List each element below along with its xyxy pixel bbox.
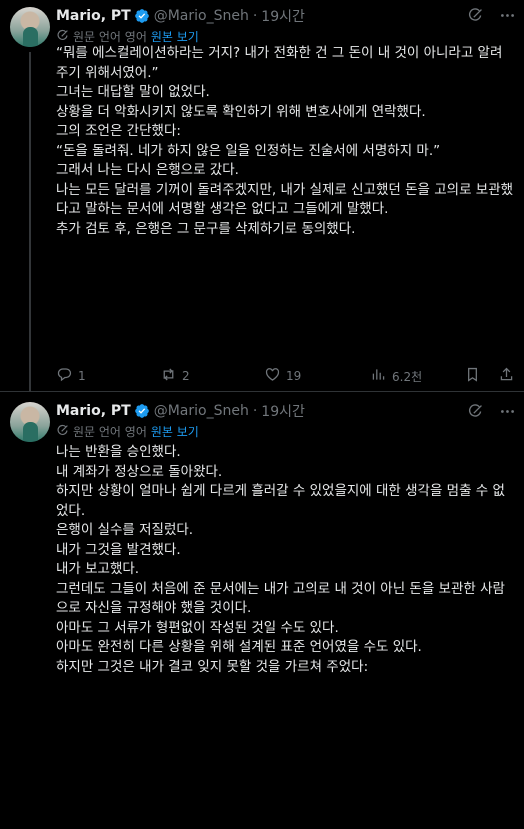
tweet-paragraph: “돈을 돌려줘. 네가 하지 않은 일을 인정하는 진술서에 서명하지 마.”: [56, 142, 441, 159]
avatar[interactable]: [10, 402, 50, 442]
tweet-paragraph: 그래서 나는 다시 은행으로 갔다.: [56, 162, 239, 178]
like-button[interactable]: 19: [264, 366, 301, 386]
tweet-paragraph: 아마도 완전히 다른 상황을 위해 설계된 표준 언어였을 수도 있다.: [56, 639, 422, 655]
tweet-paragraph: 나는 반환을 승인했다.: [56, 444, 181, 460]
separator: ·: [252, 403, 258, 419]
grok-icon[interactable]: [466, 402, 484, 420]
translate-icon: [56, 424, 69, 440]
reply-count: 1: [78, 369, 86, 383]
like-icon: [264, 366, 281, 386]
repost-count: 2: [182, 369, 190, 383]
tweet-header-actions: [466, 6, 516, 24]
tweet-paragraph: 추가 검토 후, 은행은 그 문구를 삭제하기로 동의했다.: [56, 220, 356, 237]
tweet-paragraph: 그런데도 그들이 처음에 준 문서에는 내가 고의로 내 것이 아닌 돈을 보관…: [56, 580, 505, 617]
share-button[interactable]: [498, 366, 515, 386]
tweet-header: Mario, PT @Mario_Sneh · 19시간: [56, 401, 305, 421]
tweet-paragraph: “뭐를 에스컬레이션하라는 거지? 내가 전화한 건 그 돈이 내 것이 아니라…: [56, 45, 503, 81]
timestamp[interactable]: 19시간: [261, 401, 305, 421]
tweet-paragraph: 나는 모든 달러를 기꺼이 돌려주겠지만, 내가 실제로 신고했던 돈을 고의로…: [56, 181, 514, 218]
views-icon: [370, 366, 387, 386]
author-handle[interactable]: @Mario_Sneh: [154, 8, 249, 24]
tweet-paragraph: 그녀는 대답할 말이 없었다.: [56, 84, 210, 100]
view-count: 6.2천: [392, 369, 423, 384]
reply-button[interactable]: 1: [56, 366, 86, 386]
bookmark-icon: [464, 366, 481, 386]
like-count: 19: [286, 369, 302, 383]
reply-icon: [56, 366, 73, 386]
verified-badge-icon: [134, 403, 150, 419]
avatar[interactable]: [10, 7, 50, 47]
author-handle[interactable]: @Mario_Sneh: [154, 403, 249, 419]
views-button[interactable]: 6.2천: [370, 366, 422, 386]
tweet-text: 나는 반환을 승인했다. 내 계좌가 정상으로 돌아왔다. 하지만 상황이 얼마…: [56, 443, 514, 677]
tweet-paragraph: 그의 조언은 간단했다:: [56, 123, 181, 139]
tweet-paragraph: 아마도 그 서류가 형편없이 작성된 것일 수도 있다.: [56, 619, 339, 636]
author-name[interactable]: Mario, PT: [56, 8, 131, 24]
share-icon: [498, 366, 515, 386]
translate-icon: [56, 29, 69, 45]
tweet-paragraph: 은행이 실수를 저질렀다.: [56, 522, 194, 538]
tweet-text: “뭐를 에스컬레이션하라는 거지? 내가 전화한 건 그 돈이 내 것이 아니라…: [56, 44, 514, 239]
translation-notice: 원문 언어 영어 원본 보기: [56, 28, 199, 45]
show-original-link[interactable]: 원본 보기: [151, 423, 199, 440]
tweet-paragraph: 하지만 상황이 얼마나 쉽게 다르게 흘러갈 수 있었을지에 대한 생각을 멈출…: [56, 483, 505, 519]
tweet-paragraph: 내가 보고했다.: [56, 561, 140, 577]
tweet-header: Mario, PT @Mario_Sneh · 19시간: [56, 6, 305, 26]
repost-icon: [160, 366, 177, 386]
tweet-paragraph: 상황을 더 악화시키지 않도록 확인하기 위해 변호사에게 연락했다.: [56, 103, 426, 120]
verified-badge-icon: [134, 8, 150, 24]
show-original-link[interactable]: 원본 보기: [151, 28, 199, 45]
author-name[interactable]: Mario, PT: [56, 403, 131, 419]
tweet-action-bar: 1 2 19 6.2천: [56, 366, 516, 386]
tweet-paragraph: 하지만 그것은 내가 결코 잊지 못할 것을 가르쳐 주었다:: [56, 658, 369, 675]
translation-label: 원문 언어 영어: [73, 425, 147, 439]
separator: ·: [252, 8, 258, 24]
timestamp[interactable]: 19시간: [261, 6, 305, 26]
translation-label: 원문 언어 영어: [73, 30, 147, 44]
repost-button[interactable]: 2: [160, 366, 190, 386]
more-icon[interactable]: [498, 6, 516, 24]
translation-notice: 원문 언어 영어 원본 보기: [56, 423, 199, 440]
grok-icon[interactable]: [466, 6, 484, 24]
bookmark-button[interactable]: [464, 366, 481, 386]
tweet-paragraph: 내 계좌가 정상으로 돌아왔다.: [56, 463, 223, 480]
tweet-header-actions: [466, 402, 516, 420]
thread-connector-line: [29, 52, 31, 392]
tweet-paragraph: 내가 그것을 발견했다.: [56, 541, 181, 558]
more-icon[interactable]: [498, 402, 516, 420]
